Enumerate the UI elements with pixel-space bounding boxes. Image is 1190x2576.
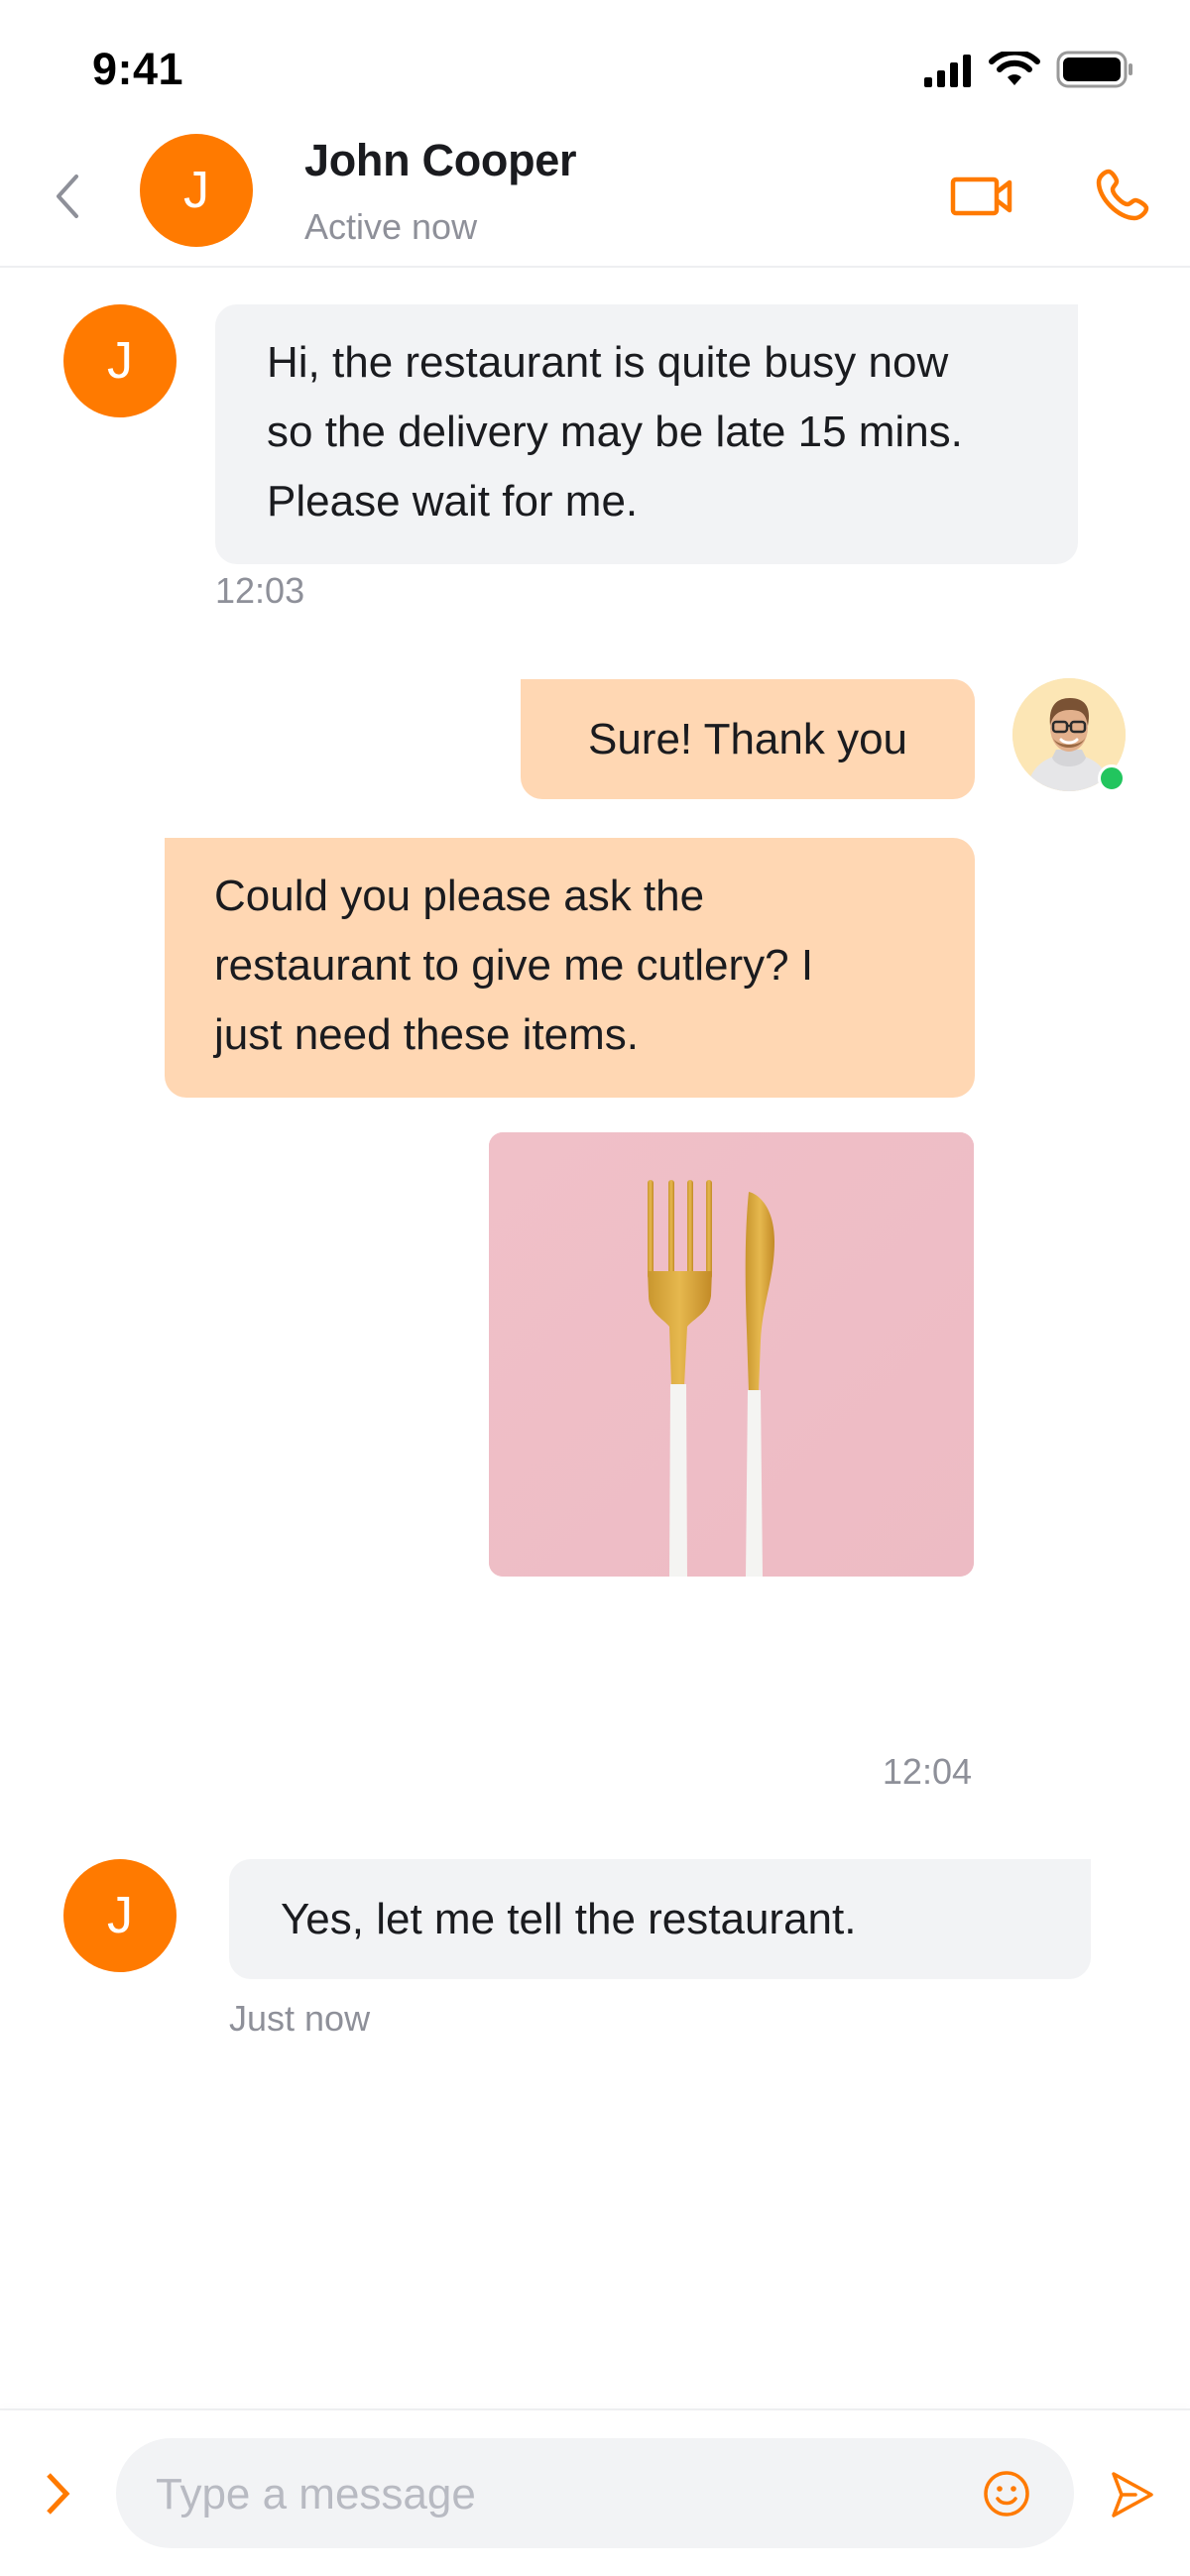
cellular-signal-icon: [924, 55, 971, 87]
contact-status: Active now: [304, 206, 478, 247]
contact-avatar[interactable]: J: [63, 304, 177, 417]
message-composer: [116, 2438, 1074, 2550]
status-time: 9:41: [92, 44, 184, 94]
contact-avatar[interactable]: J: [63, 1859, 177, 1972]
chevron-right-icon: [47, 2473, 70, 2515]
outgoing-message-bubble: Could you please ask the restaurant to g…: [165, 838, 975, 1098]
phone-icon: [1096, 169, 1149, 221]
avatar-initial: J: [107, 1887, 133, 1944]
send-icon: [1112, 2472, 1153, 2517]
wifi-icon: [989, 52, 1040, 85]
header-divider: [0, 266, 1190, 268]
image-attachment[interactable]: [489, 1132, 974, 1577]
expand-actions-button[interactable]: [30, 2461, 85, 2526]
incoming-message-bubble: Hi, the restaurant is quite busy now so …: [215, 304, 1078, 564]
voice-call-button[interactable]: [1085, 161, 1160, 230]
message-line: Hi, the restaurant is quite busy now: [267, 338, 949, 387]
contact-avatar[interactable]: J: [140, 134, 253, 247]
composer-divider: [0, 2408, 1190, 2410]
incoming-message-bubble: Yes, let me tell the restaurant.: [229, 1859, 1091, 1979]
outgoing-message-bubble: Sure! Thank you: [521, 679, 975, 799]
message-line: restaurant to give me cutlery? I: [214, 941, 814, 990]
avatar-initial: J: [107, 332, 133, 390]
message-line: Please wait for me.: [267, 477, 639, 526]
video-call-button[interactable]: [942, 167, 1021, 226]
message-line: Could you please ask the: [214, 872, 705, 920]
avatar-initial: J: [183, 162, 209, 219]
message-input[interactable]: [154, 2438, 971, 2550]
smiley-face-icon: [984, 2471, 1029, 2517]
message-line: so the delivery may be late 15 mins.: [267, 408, 963, 456]
cutlery-photo: [489, 1132, 974, 1577]
message-timestamp: 12:04: [882, 1751, 972, 1792]
message-text: Sure! Thank you: [587, 714, 908, 763]
message-text: Yes, let me tell the restaurant.: [281, 1894, 857, 1943]
contact-name: John Cooper: [304, 135, 577, 185]
back-button[interactable]: [44, 167, 91, 226]
message-timestamp: 12:03: [215, 570, 305, 611]
emoji-button[interactable]: [982, 2469, 1031, 2518]
battery-icon: [1056, 51, 1132, 88]
message-timestamp: Just now: [229, 1998, 371, 2039]
online-status-indicator: [1098, 764, 1126, 792]
send-button[interactable]: [1101, 2463, 1164, 2526]
chevron-left-icon: [57, 175, 78, 218]
message-line: just need these items.: [214, 1010, 640, 1059]
video-camera-icon: [950, 176, 1012, 216]
